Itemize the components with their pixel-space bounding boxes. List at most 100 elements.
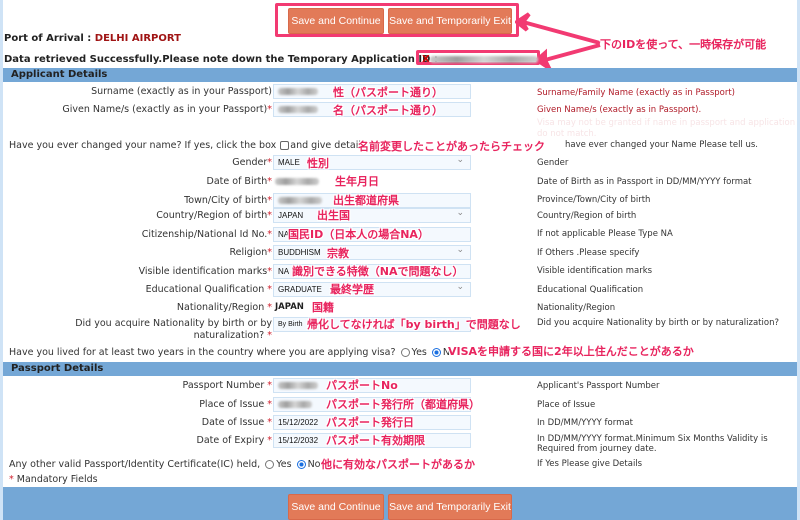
nationality-label: Nationality/Region * [177, 302, 272, 313]
annotation-dob: 生年月日 [335, 175, 379, 188]
port-of-arrival: Port of Arrival : DELHI AIRPORT [4, 33, 181, 44]
required-mark: * [267, 247, 272, 258]
save-continue-button-bottom[interactable]: Save and Continue [288, 494, 384, 520]
dob-hint: Date of Birth as in Passport in DD/MM/YY… [537, 177, 752, 187]
gender-select[interactable]: MALE [273, 153, 471, 170]
given-name-hint: Given Name/s (exactly as in Passport). [537, 105, 702, 115]
required-mark: * [267, 330, 272, 341]
acquire-label-2: naturalization? * [194, 330, 272, 341]
save-exit-button-bottom[interactable]: Save and Temporarily Exit [388, 494, 512, 520]
given-name-label-text: Given Name/s (exactly as in your Passpor… [62, 104, 268, 115]
marks-hint: Visible identification marks [537, 266, 653, 276]
nationality-hint: Nationality/Region [537, 303, 616, 313]
gender-hint: Gender [537, 158, 569, 168]
place-issue-label: Place of Issue * [199, 399, 272, 410]
annotation-education: 最終学歴 [330, 283, 374, 296]
mandatory-text: Mandatory Fields [16, 474, 98, 485]
town-hint: Province/Town/City of birth [537, 195, 651, 205]
given-name-hint-3: do not match. [537, 129, 597, 139]
acquire-label-2-text: naturalization? [193, 330, 268, 341]
lived-no-radio[interactable] [431, 348, 441, 357]
date-issue-label-text: Date of Issue [201, 417, 268, 428]
required-mark: * [267, 380, 272, 391]
passport-number-label: Passport Number * [183, 380, 272, 391]
app-id-prefix: X [422, 54, 430, 65]
annotation-nationality: 国籍 [312, 301, 334, 314]
name-change-label: Have you ever changed your name? If yes,… [9, 140, 277, 151]
country-label-text: Country/Region of birth [156, 210, 268, 221]
annotation-id-note: 下のIDを使って、一時保存が可能 [600, 38, 767, 51]
religion-label-text: Religion [229, 247, 268, 258]
other-passport-label: Any other valid Passport/Identity Certif… [9, 459, 261, 470]
annotation-surname: 性（パスポート通り） [333, 86, 443, 99]
religion-select[interactable]: BUDDHISM [273, 243, 471, 260]
date-expiry-label: Date of Expiry * [197, 435, 273, 446]
country-label: Country/Region of birth* [156, 210, 272, 221]
annotation-gender: 性別 [307, 157, 329, 170]
annotation-box-buttons [275, 3, 519, 37]
surname-redacted [278, 88, 318, 96]
country-select[interactable]: JAPAN [273, 206, 471, 223]
dob-value [275, 176, 319, 187]
other-passport-no-label: No [307, 459, 321, 470]
annotation-passport-number: パスポートNo [326, 379, 398, 392]
required-mark: * [267, 266, 272, 277]
annotation-place-issue: パスポート発行所（都道府県） [326, 398, 480, 411]
acquire-hint: Did you acquire Nationality by birth or … [537, 318, 779, 328]
religion-label: Religion* [229, 247, 272, 258]
annotation-national-id: 国民ID（日本人の場合NA） [288, 228, 429, 241]
date-expiry-label-text: Date of Expiry [196, 435, 268, 446]
surname-hint: Surname/Family Name (exactly as in Passp… [537, 88, 736, 98]
town-label: Town/City of birth* [184, 195, 272, 206]
marks-label-text: Visible identification marks [138, 266, 268, 277]
national-id-label-text: Citizenship/National Id No. [141, 229, 268, 240]
dob-label-text: Date of Birth [206, 176, 268, 187]
annotation-marks: 識別できる特徴（NAで問題なし） [292, 265, 464, 278]
other-passport-yes-radio[interactable] [265, 460, 275, 469]
nationality-value: JAPAN [275, 302, 304, 312]
passport-number-label-text: Passport Number [182, 380, 268, 391]
section-applicant-details: Applicant Details [3, 68, 797, 82]
other-passport-no-radio[interactable] [296, 460, 306, 469]
date-expiry-hint-2: Required from journey date. [537, 444, 657, 454]
acquire-label-1: Did you acquire Nationality by birth or … [75, 318, 272, 329]
education-hint: Educational Qualification [537, 285, 644, 295]
name-change-row: Have you ever changed your name? If yes,… [9, 140, 366, 151]
date-issue-hint: In DD/MM/YYYY format [537, 418, 633, 428]
required-mark: * [267, 104, 272, 115]
port-label: Port of Arrival : [4, 33, 95, 44]
annotation-acquire: 帰化してなければ「by birth」で問題なし [307, 318, 521, 331]
marks-label: Visible identification marks* [139, 266, 272, 277]
name-change-checkbox[interactable] [280, 141, 290, 150]
annotation-lived: VISAを申請する国に2年以上住んだことがあるか [448, 345, 694, 358]
required-mark: * [267, 284, 272, 295]
annotation-country: 出生国 [317, 209, 350, 222]
mandatory-note: * Mandatory Fields [9, 474, 98, 485]
surname-label: Surname (exactly as in your Passport) [91, 86, 272, 97]
name-change-hint: have ever changed your Name Please tell … [565, 140, 759, 150]
education-label: Educational Qualification * [146, 284, 272, 295]
country-hint: Country/Region of birth [537, 211, 637, 221]
required-mark: * [267, 210, 272, 221]
retrieved-message: Data retrieved Successfully.Please note … [4, 54, 438, 65]
education-label-text: Educational Qualification [145, 284, 268, 295]
place-issue-label-text: Place of Issue [199, 399, 268, 410]
date-issue-label: Date of Issue * [202, 417, 272, 428]
town-label-text: Town/City of birth [184, 195, 268, 206]
lived-yes-radio[interactable] [400, 348, 410, 357]
required-mark: * [267, 176, 272, 187]
national-id-label: Citizenship/National Id No.* [142, 229, 272, 240]
required-mark: * [267, 229, 272, 240]
temporary-application-id: X [422, 54, 538, 65]
given-name-label: Given Name/s (exactly as in your Passpor… [62, 104, 272, 115]
given-name-hint-2: Visa may not be granted if name in passp… [537, 118, 796, 128]
nationality-label-text: Nationality/Region [176, 302, 268, 313]
required-mark: * [267, 157, 272, 168]
national-id-hint: If not applicable Please Type NA [537, 229, 673, 239]
lived-yes-label: Yes [411, 347, 427, 358]
annotation-date-expiry: パスポート有効期限 [326, 434, 425, 447]
lived-two-years-row: Have you lived for at least two years in… [9, 347, 456, 358]
name-change-after: and give details [290, 140, 366, 151]
required-mark: * [267, 302, 272, 313]
annotation-other-passport: 他に有効なパスポートがあるか [321, 458, 475, 471]
